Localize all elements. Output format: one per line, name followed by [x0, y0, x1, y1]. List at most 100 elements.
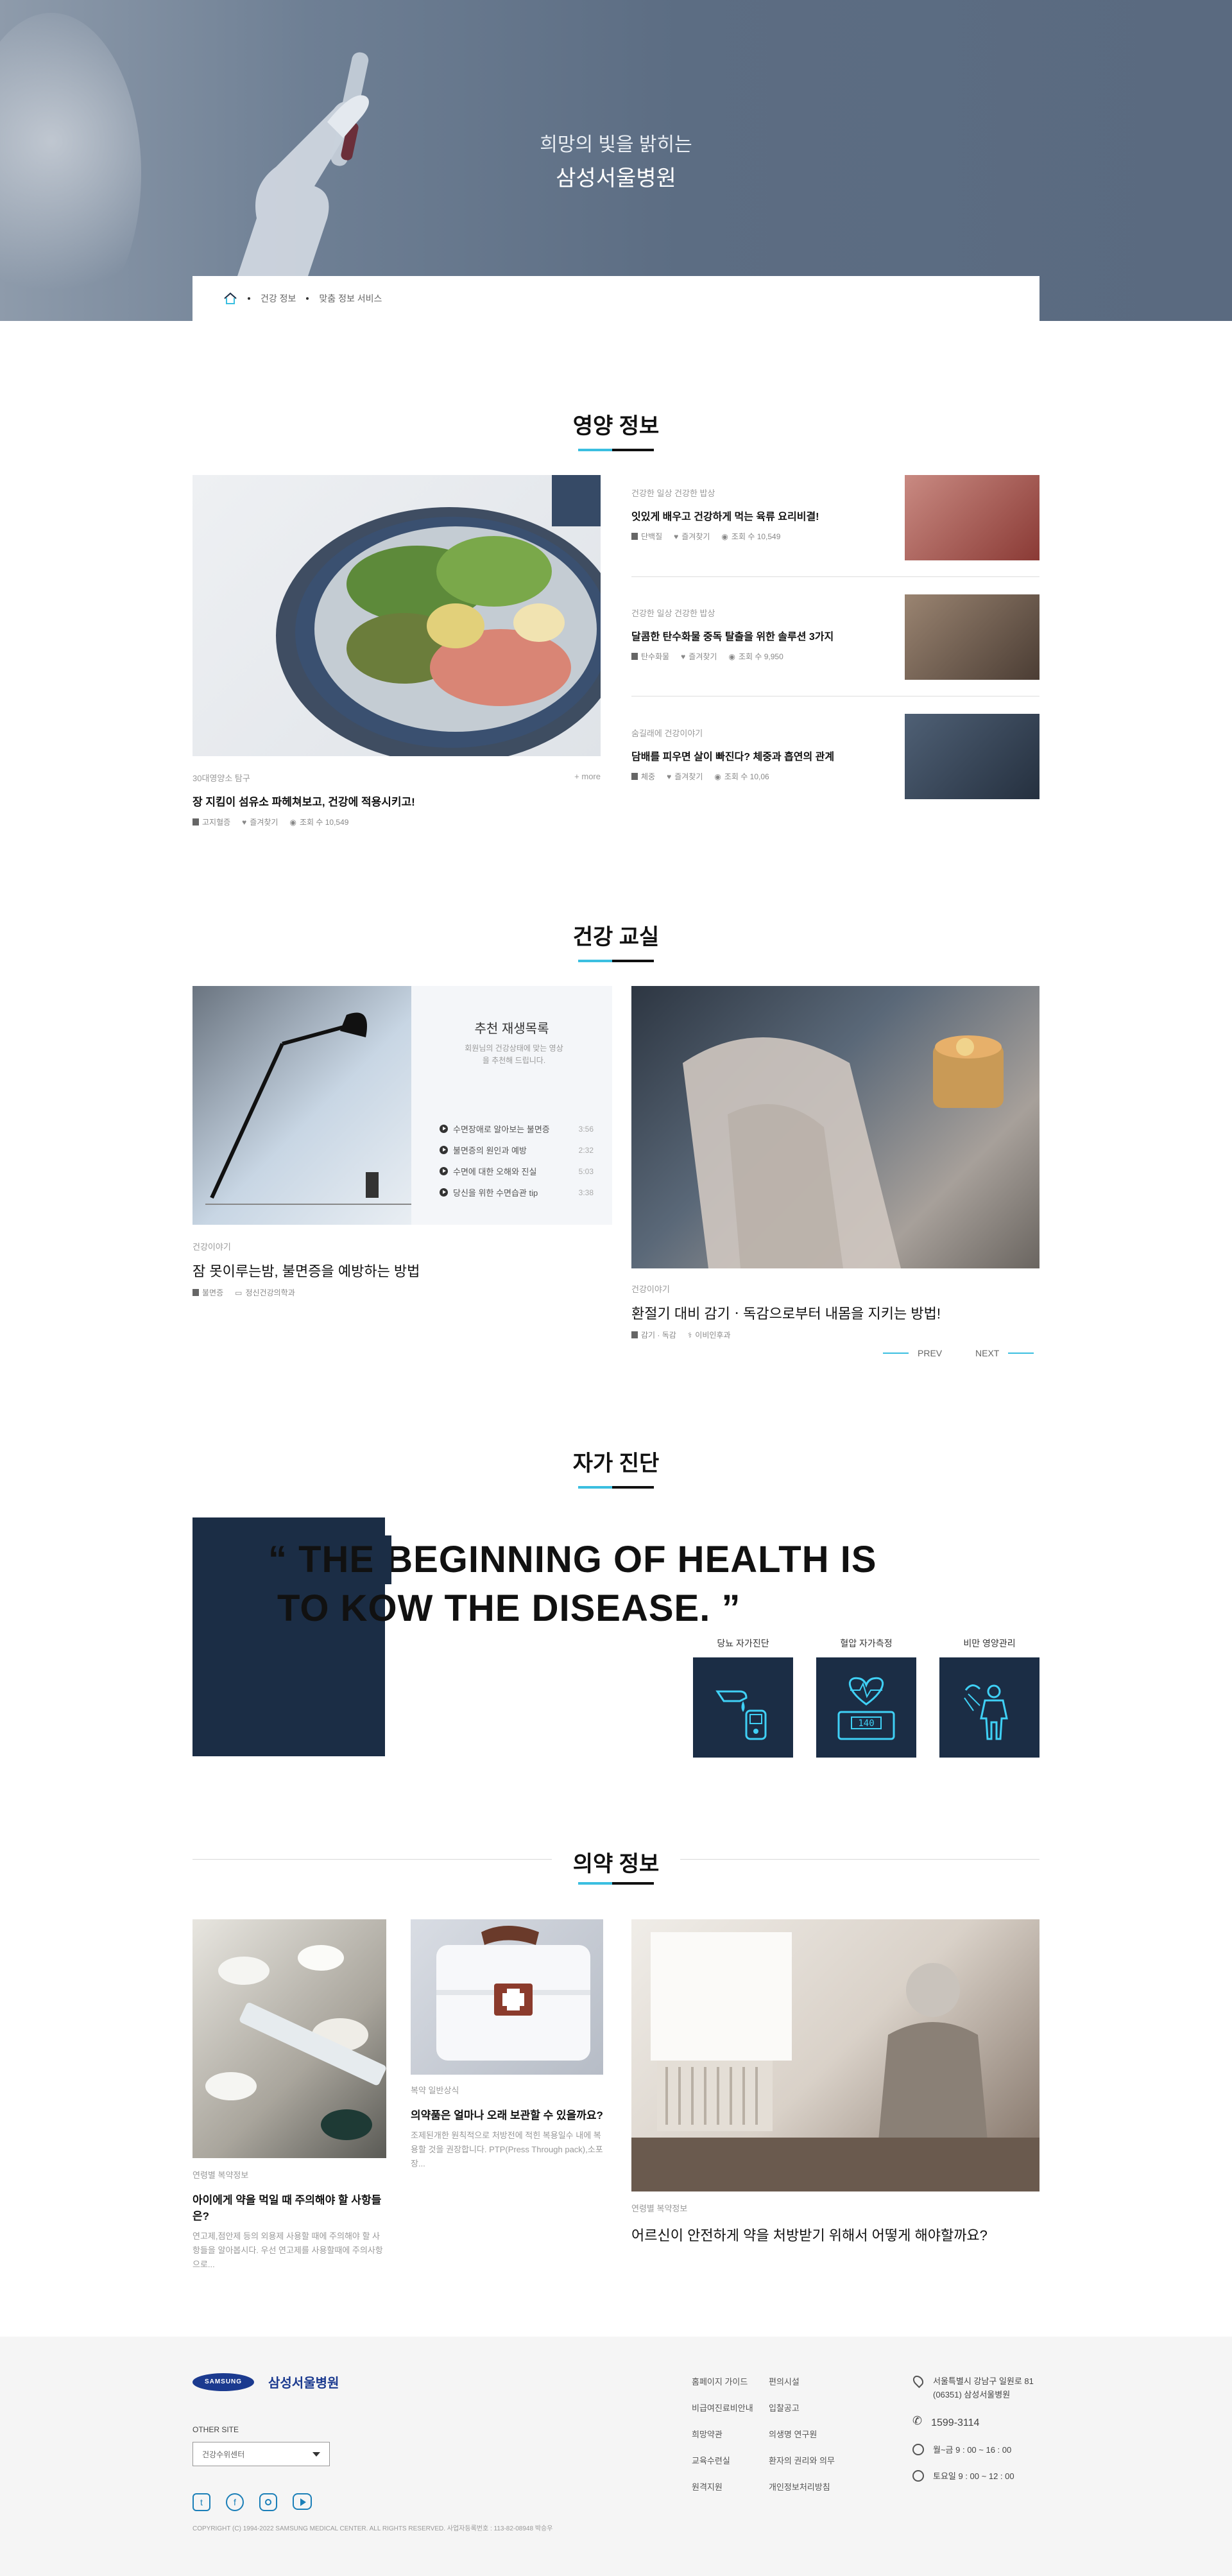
youtube-icon[interactable]	[293, 2493, 312, 2510]
obesity-nutrition-button[interactable]: 비만 영양관리	[939, 1637, 1040, 1758]
playlist-item-label[interactable]: 수면에 대한 오해와 진실	[453, 1165, 536, 1177]
featured-tag: 고지혈증	[202, 818, 231, 827]
list-item-title[interactable]: 담배를 피우면 살이 빠진다? 체중과 흡연의 관계	[631, 748, 901, 763]
class-right-title[interactable]: 환절기 대비 감기ㆍ독감으로부터 내몸을 지키는 방법!	[631, 1302, 1040, 1323]
other-site-label: OTHER SITE	[193, 2425, 239, 2434]
quote-line-1: “ THE BEGINNING OF HEALTH IS	[268, 1539, 877, 1580]
nutrition-section-title: 영양 정보	[0, 408, 1232, 451]
diabetes-check-button[interactable]: 당뇨 자가진단	[693, 1637, 793, 1758]
footer-link[interactable]: 의생명 연구원	[769, 2428, 859, 2440]
bookmark-icon	[631, 1331, 638, 1338]
more-link[interactable]: + more	[574, 772, 601, 781]
blood-pressure-icon	[837, 1677, 895, 1740]
winter-tea-image[interactable]	[631, 986, 1040, 1268]
favorite-label[interactable]: 즐겨찾기	[689, 651, 717, 662]
bookmark-icon	[193, 1289, 199, 1296]
footer-link[interactable]: 편의시설	[769, 2375, 859, 2387]
playlist-item[interactable]: 수면장애로 알아보는 불면증 3:56	[440, 1118, 594, 1139]
list-item-title[interactable]: 달콤한 탄수화물 중독 탈출을 위한 솔루션 3가지	[631, 628, 901, 643]
footer-link[interactable]: 홈페이지 가이드	[692, 2375, 769, 2387]
eye-icon: ◉	[714, 772, 721, 781]
class-left-info: 건강이야기 잠 못이루는밤, 불면증을 예방하는 방법 불면증 ▭ 정신건강의학과	[193, 1240, 612, 1298]
other-site-value: 건강수위센터	[202, 2450, 245, 2459]
desk-lamp-video-thumbnail[interactable]	[193, 986, 411, 1225]
self-title-text: 자가 진단	[572, 1451, 660, 1476]
list-item-tag: 탄수화물	[641, 652, 670, 661]
class-left-title[interactable]: 잠 못이루는밤, 불면증을 예방하는 방법	[193, 1260, 612, 1281]
elderly-woman-image[interactable]	[631, 1919, 1040, 2191]
favorite-label[interactable]: 즐겨찾기	[674, 771, 703, 782]
list-item-title[interactable]: 잇있게 배우고 건강하게 먹는 육류 요리비결!	[631, 508, 901, 523]
heart-icon[interactable]: ♥	[674, 532, 678, 541]
blood-pressure-check-button[interactable]: 혈압 자가측정 140	[816, 1637, 916, 1758]
playlist-item-time: 3:56	[578, 1124, 594, 1134]
other-site-select[interactable]: 건강수위센터	[193, 2442, 330, 2466]
eye-icon: ◉	[728, 652, 735, 661]
phone-number[interactable]: 1599-3114	[931, 2415, 979, 2432]
class-left-tag: 불면증	[202, 1288, 224, 1297]
playlist-item[interactable]: 수면에 대한 오해와 진실 5:03	[440, 1161, 594, 1182]
heart-icon[interactable]: ♥	[242, 818, 246, 827]
samsung-logo: SAMSUNG	[193, 2373, 254, 2391]
bookmark-icon	[193, 818, 199, 826]
medicine-title-text: 의약 정보	[572, 1852, 660, 1876]
medicine-title[interactable]: 어르신이 안전하게 약을 처방받기 위해서 어떻게 해야할까요?	[631, 2224, 1040, 2245]
bread-image[interactable]	[905, 594, 1040, 680]
blood-pressure-label[interactable]: 혈압 자가측정	[816, 1637, 916, 1650]
footer-link[interactable]: 비급여진료비안내	[692, 2401, 769, 2414]
heart-icon[interactable]: ♥	[667, 772, 671, 781]
footer-contact: 서울특별시 강남구 일원로 81 (06351) 삼성서울병원 ✆ 1599-31…	[911, 2373, 1061, 2496]
playlist-item[interactable]: 불면증의 원인과 예방 2:32	[440, 1139, 594, 1161]
medicine-title[interactable]: 아이에게 약을 먹일 때 주의해야 할 사항들은?	[193, 2191, 386, 2223]
prev-label[interactable]: PREV	[918, 1348, 942, 1358]
footer-link[interactable]: 교육수련실	[692, 2454, 769, 2466]
medicine-title[interactable]: 의약품은 얼마나 오래 보관할 수 있을까요?	[411, 2106, 603, 2122]
breadcrumb: 건강 정보 맞춤 정보 서비스	[193, 276, 1040, 321]
nutrition-list-item[interactable]: 건강한 일상 건강한 밥상 달콤한 탄수화물 중독 탈출을 위한 솔루션 3가지…	[631, 607, 901, 662]
phone-icon: ✆	[912, 2414, 923, 2427]
first-aid-kit-image[interactable]	[411, 1919, 603, 2075]
heart-icon[interactable]: ♥	[681, 652, 685, 661]
obesity-nutrition-label[interactable]: 비만 영양관리	[939, 1637, 1040, 1650]
play-icon	[440, 1167, 448, 1175]
diabetes-check-label[interactable]: 당뇨 자가진단	[693, 1637, 793, 1650]
facebook-icon[interactable]: f	[226, 2493, 244, 2511]
playlist-item-label[interactable]: 당신을 위한 수면습관 tip	[453, 1186, 538, 1198]
footer-link[interactable]: 개인정보처리방침	[769, 2480, 859, 2493]
playlist-item-label[interactable]: 수면장애로 알아보는 불면증	[453, 1123, 550, 1135]
next-label[interactable]: NEXT	[975, 1348, 999, 1358]
footer-link[interactable]: 원격지원	[692, 2480, 769, 2493]
nutrition-list-item[interactable]: 숨길래에 건강이야기 담배를 피우면 살이 빠진다? 체중과 흡연의 관계 체중…	[631, 727, 901, 782]
title-underline	[578, 960, 654, 962]
twitter-icon[interactable]: t	[193, 2493, 210, 2511]
footer-link[interactable]: 희망약관	[692, 2428, 769, 2440]
featured-salad-image[interactable]	[193, 475, 601, 756]
footer-logo[interactable]: SAMSUNG 삼성서울병원	[193, 2373, 339, 2391]
favorite-label[interactable]: 즐겨찾기	[250, 817, 278, 827]
playlist-title: 추천 재생목록	[474, 1022, 549, 1036]
class-right-author: 이비인후과	[695, 1331, 731, 1340]
pills-syringe-image[interactable]	[193, 1919, 386, 2158]
breadcrumb-item-health-info[interactable]: 건강 정보	[261, 292, 296, 305]
nutrition-list-item[interactable]: 건강한 일상 건강한 밥상 잇있게 배우고 건강하게 먹는 육류 요리비결! 단…	[631, 487, 901, 542]
prev-button[interactable]: PREV	[883, 1348, 942, 1358]
favorite-label[interactable]: 즐겨찾기	[681, 531, 710, 542]
list-item-category: 건강한 일상 건강한 밥상	[631, 488, 715, 498]
breadcrumb-separator	[306, 297, 309, 300]
footer-link[interactable]: 입찰공고	[769, 2401, 859, 2414]
next-button[interactable]: NEXT	[975, 1348, 1034, 1358]
home-icon[interactable]	[223, 292, 237, 305]
footer-link[interactable]: 환자의 권리와 의무	[769, 2454, 859, 2466]
meat-image[interactable]	[905, 475, 1040, 560]
saturday-hours: 토요일 9 : 00 ~ 12 : 00	[933, 2471, 1014, 2481]
featured-title-link[interactable]: 장 지킴이 섬유소 파헤쳐보고, 건강에 적용시키고!	[193, 793, 601, 809]
instagram-icon[interactable]	[259, 2493, 277, 2511]
eye-icon: ◉	[721, 532, 728, 541]
cigarette-image[interactable]	[905, 714, 1040, 799]
playlist-item[interactable]: 당신을 위한 수면습관 tip 3:38	[440, 1182, 594, 1203]
view-count: 조회 수 10,06	[724, 772, 769, 781]
breadcrumb-item-custom-service[interactable]: 맞춤 정보 서비스	[319, 292, 382, 305]
class-left-category: 건강이야기	[193, 1242, 231, 1252]
playlist-item-label[interactable]: 불면증의 원인과 예방	[453, 1144, 527, 1156]
playlist-desc: 회원님의 건강상태에 맞는 영상을 추천해 드립니다.	[465, 1044, 563, 1066]
